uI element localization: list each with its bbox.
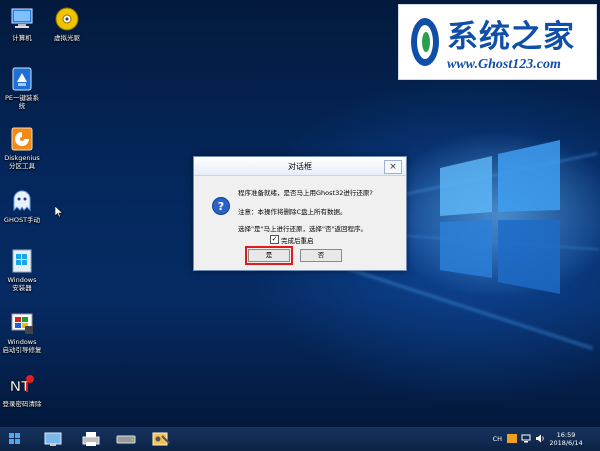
mouse-cursor-icon [55, 206, 63, 218]
watermark-title: 系统之家 [447, 19, 575, 55]
desktop-icon-password-clear[interactable]: NT 登录密码清除 [0, 372, 46, 408]
desktop-icon-label: Windows 安装器 [7, 276, 37, 292]
yes-button[interactable]: 是 [245, 246, 293, 265]
volume-icon[interactable] [535, 434, 545, 443]
boot-repair-icon [11, 313, 33, 334]
ghost-icon [13, 190, 31, 212]
watermark-url: www.Ghost123.com [447, 57, 561, 72]
start-button[interactable] [4, 430, 26, 448]
desktop-icon-label: Windows 启动引导修复 [2, 338, 42, 354]
question-icon: ? [212, 197, 230, 215]
no-button[interactable]: 否 [300, 249, 342, 262]
ime-indicator[interactable]: CH [493, 435, 502, 443]
clock-time: 16:59 [556, 431, 576, 439]
desktop-icon-label: 计算机 [12, 34, 32, 42]
confirm-dialog: 对话框 × ? 程序准备就绪，是否马上用Ghost32进行还原? 注意：本操作将… [193, 156, 407, 271]
desktop: 计算机 虚拟光驱 PE一键装系 统 Diskgenius 分区工具 GHOST手… [0, 0, 600, 427]
desktop-icon-windows-installer[interactable]: Windows 安装器 [0, 248, 46, 292]
pe-installer-icon [12, 67, 32, 91]
watermark-banner: 系统之家 www.Ghost123.com [398, 4, 597, 80]
restart-checkbox-label[interactable]: 完成后重启 [281, 235, 314, 245]
desktop-icon-ghost[interactable]: GHOST手动 [0, 188, 46, 224]
windows-logo-wallpaper [440, 140, 560, 294]
dialog-message-line: 选择"是"马上进行还原，选择"否"返回程序。 [238, 225, 367, 233]
dialog-message-line: 注意：本操作将删除C盘上所有数据。 [238, 208, 347, 216]
desktop-icon-label: 虚拟光驱 [54, 34, 80, 42]
ghost123-logo-icon [411, 18, 439, 66]
network-icon[interactable] [521, 434, 531, 443]
tray-app-icon[interactable] [507, 434, 517, 443]
restart-checkbox[interactable]: ✓ [270, 235, 279, 244]
svg-text:?: ? [218, 200, 224, 213]
desktop-icon-boot-repair[interactable]: Windows 启动引导修复 [0, 310, 46, 354]
clock[interactable]: 16:59 2018/6/14 [546, 431, 586, 447]
desktop-icon-label: GHOST手动 [3, 216, 41, 224]
tools-app-icon[interactable] [150, 430, 172, 448]
desktop-icon-pe-install[interactable]: PE一键装系 统 [0, 66, 46, 110]
printer-app-icon[interactable] [80, 430, 102, 448]
desktop-icon-label: Diskgenius 分区工具 [4, 154, 40, 170]
desktop-icon-label: PE一键装系 统 [4, 94, 40, 110]
desktop-icon-virtual-drive[interactable]: 虚拟光驱 [43, 6, 91, 42]
nt-password-icon: NT [10, 375, 34, 395]
computer-icon [11, 8, 33, 28]
close-button[interactable]: × [384, 160, 402, 174]
drive-app-icon[interactable] [115, 430, 137, 448]
dialog-message-line: 程序准备就绪，是否马上用Ghost32进行还原? [238, 189, 373, 197]
desktop-icon-computer[interactable]: 计算机 [0, 6, 46, 42]
desktop-icon-diskgenius[interactable]: Diskgenius 分区工具 [0, 126, 46, 170]
dialog-titlebar[interactable]: 对话框 × [194, 157, 406, 176]
disc-icon [55, 7, 79, 31]
dialog-title: 对话框 [288, 162, 312, 171]
desktop-icon-label: 登录密码清除 [2, 400, 42, 408]
taskbar: CH 16:59 2018/6/14 [0, 427, 600, 451]
diskgenius-icon [11, 127, 33, 151]
clock-date: 2018/6/14 [549, 439, 583, 447]
windows-installer-icon [12, 249, 32, 273]
network-app-icon[interactable] [42, 430, 64, 448]
